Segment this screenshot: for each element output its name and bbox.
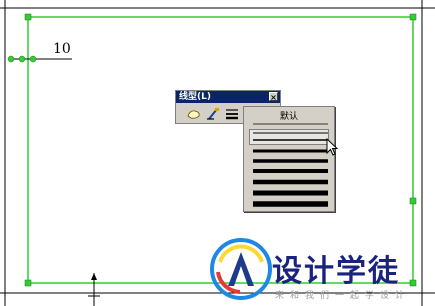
toolbar-title-text: 线型(L) — [179, 92, 211, 102]
grip-right-mid[interactable] — [409, 197, 417, 205]
toolbar-close-button[interactable]: × — [269, 92, 278, 102]
watermark-logo — [210, 238, 272, 300]
watermark-brand: 设计学徒 — [272, 254, 400, 289]
linetype-lineweight-icon[interactable] — [224, 107, 240, 121]
watermark-slogan: 来和我们一起学设计 — [275, 291, 411, 301]
leader-grip-2[interactable] — [18, 55, 26, 63]
leader-grip-3[interactable] — [29, 55, 37, 63]
lineweight-options — [253, 123, 328, 207]
linetype-layer-icon[interactable] — [186, 107, 202, 121]
bottom-arrow-head — [91, 273, 97, 280]
dimension-text[interactable]: 10 — [53, 41, 71, 57]
grip-bottom-left[interactable] — [24, 279, 32, 287]
grip-bottom-right[interactable] — [409, 279, 417, 287]
toolbar-title[interactable]: 线型(L) × — [176, 91, 280, 103]
mouse-cursor-icon — [326, 138, 339, 156]
linetype-brush-icon[interactable] — [206, 107, 222, 121]
leader-grip-1[interactable] — [7, 55, 15, 63]
grip-top-right[interactable] — [409, 13, 417, 21]
grip-top-left[interactable] — [24, 13, 32, 21]
lineweight-dropdown[interactable]: 默认 — [243, 106, 335, 212]
